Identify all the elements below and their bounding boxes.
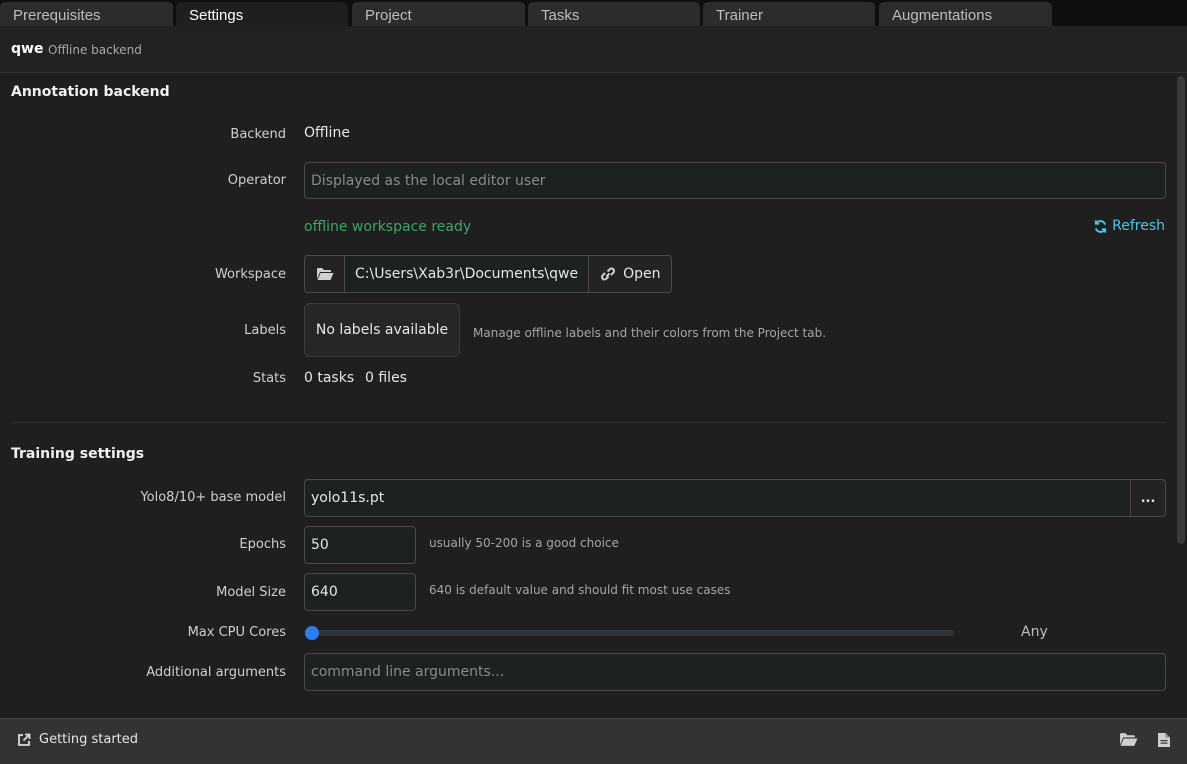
cpu-cores-slider[interactable] [305, 626, 954, 640]
backend-value: Offline [304, 125, 350, 141]
footer-bar: Getting started [0, 718, 1187, 764]
labels-label: Labels [244, 323, 286, 338]
tab-bar: Prerequisites Settings Project Tasks Tra… [0, 0, 1187, 26]
operator-placeholder: Displayed as the local editor user [311, 172, 546, 189]
model-size-input[interactable]: 640 [304, 573, 416, 611]
getting-started-link[interactable]: Getting started [17, 732, 138, 747]
link-icon [601, 267, 616, 281]
model-input[interactable]: yolo11s.pt [304, 479, 1131, 517]
workspace-path[interactable]: C:\Users\Xab3r\Documents\qwe [345, 256, 590, 292]
section-title-annotation: Annotation backend [11, 84, 170, 100]
project-backend-note: Offline backend [48, 43, 142, 57]
additional-args-placeholder: command line arguments... [311, 664, 505, 680]
epochs-label: Epochs [239, 537, 286, 552]
open-folder-button[interactable] [1119, 732, 1138, 751]
refresh-button[interactable]: Refresh [1093, 218, 1165, 234]
settings-content: Annotation backend Backend Offline Opera… [0, 74, 1187, 718]
operator-input[interactable]: Displayed as the local editor user [304, 162, 1166, 199]
tab-augmentations[interactable]: Augmentations [879, 2, 1052, 26]
cpu-cores-label: Max CPU Cores [187, 625, 286, 640]
model-size-label: Model Size [216, 585, 286, 600]
stats-label: Stats [252, 371, 286, 386]
tab-label: Trainer [716, 7, 763, 24]
model-browse-label: ... [1140, 490, 1156, 506]
section-title-training: Training settings [11, 446, 145, 462]
workspace-status: offline workspace ready [304, 219, 472, 235]
workspace-open-label: Open [623, 266, 661, 282]
project-header: qwe Offline backend [0, 26, 1187, 73]
tab-tasks[interactable]: Tasks [528, 2, 700, 26]
file-button[interactable] [1157, 732, 1171, 752]
tab-label: Prerequisites [13, 7, 101, 24]
workspace-browse-button[interactable] [305, 256, 345, 292]
labels-box: No labels available [304, 303, 460, 357]
model-label: Yolo8/10+ base model [140, 490, 286, 505]
folder-open-icon [316, 268, 333, 280]
labels-empty-text: No labels available [315, 322, 449, 338]
tab-label: Tasks [541, 7, 580, 24]
workspace-open-button[interactable]: Open [589, 256, 672, 292]
stats-files: 0 files [365, 370, 407, 386]
epochs-hint: usually 50-200 is a good choice [429, 536, 619, 550]
epochs-input[interactable]: 50 [304, 526, 416, 564]
workspace-group: C:\Users\Xab3r\Documents\qwe Open [304, 255, 673, 293]
external-link-icon [18, 733, 31, 746]
folder-open-icon [1120, 733, 1138, 746]
refresh-icon [1095, 219, 1107, 233]
backend-label: Backend [230, 127, 286, 142]
getting-started-label: Getting started [39, 732, 139, 747]
workspace-label: Workspace [214, 267, 286, 282]
model-size-hint: 640 is default value and should fit most… [429, 583, 731, 597]
section-divider [12, 422, 1166, 423]
additional-args-input[interactable]: command line arguments... [304, 653, 1166, 691]
tab-trainer[interactable]: Trainer [703, 2, 875, 26]
refresh-label: Refresh [1112, 218, 1165, 234]
operator-label: Operator [227, 173, 286, 188]
project-name: qwe [11, 41, 44, 57]
file-icon [1158, 733, 1170, 747]
tab-label: Project [365, 7, 412, 24]
additional-args-label: Additional arguments [146, 665, 286, 680]
model-size-value: 640 [311, 584, 338, 600]
tab-label: Settings [189, 7, 244, 24]
labels-hint: Manage offline labels and their colors f… [473, 326, 827, 340]
epochs-value: 50 [311, 537, 329, 553]
tab-label: Augmentations [892, 7, 993, 24]
tab-settings[interactable]: Settings [176, 2, 348, 26]
scrollbar-thumb[interactable] [1177, 76, 1185, 544]
cpu-cores-slider-thumb[interactable] [305, 626, 319, 640]
cpu-cores-value: Any [1021, 624, 1048, 640]
model-browse-button[interactable]: ... [1130, 479, 1166, 517]
model-value: yolo11s.pt [311, 490, 385, 506]
tab-prerequisites[interactable]: Prerequisites [0, 2, 173, 26]
tab-project[interactable]: Project [352, 2, 525, 26]
stats-tasks: 0 tasks [304, 370, 355, 386]
